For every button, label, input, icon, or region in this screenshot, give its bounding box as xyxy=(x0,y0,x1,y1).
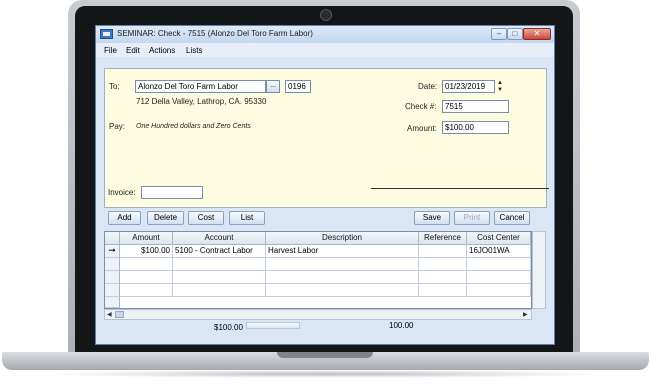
vertical-scrollbar[interactable] xyxy=(532,231,546,309)
invoice-field[interactable] xyxy=(141,186,203,199)
column-header-cost-center[interactable]: Cost Center xyxy=(467,232,531,245)
window-title: SEMINAR: Check - 7515 (Alonzo Del Toro F… xyxy=(117,29,313,38)
payee-field[interactable]: Alonzo Del Toro Farm Labor xyxy=(135,80,266,93)
date-field[interactable]: 01/23/2019 xyxy=(442,80,495,93)
cancel-button[interactable]: Cancel xyxy=(494,211,530,225)
amount-in-words: One Hundred dollars and Zero Cents xyxy=(136,123,251,130)
menu-lists[interactable]: Lists xyxy=(186,46,202,55)
check-number-field[interactable]: 7515 xyxy=(442,100,509,113)
scroll-thumb[interactable] xyxy=(115,311,124,318)
list-button[interactable]: List xyxy=(229,211,265,225)
pay-label: Pay: xyxy=(109,122,126,131)
spin-up-icon[interactable]: ▲ xyxy=(496,80,504,86)
amount-field[interactable]: $100.00 xyxy=(442,121,509,134)
empty-cell[interactable] xyxy=(120,258,173,271)
total-amount: $100.00 xyxy=(214,323,243,332)
distribution-grid: Amount Account Description Reference Cos… xyxy=(104,231,532,309)
cost-button[interactable]: Cost xyxy=(188,211,224,225)
empty-cell[interactable] xyxy=(467,258,531,271)
empty-cell[interactable] xyxy=(173,284,266,297)
column-header-description[interactable]: Description xyxy=(266,232,419,245)
save-button[interactable]: Save xyxy=(414,211,450,225)
date-label: Date: xyxy=(418,82,438,91)
menu-file[interactable]: File xyxy=(104,46,117,55)
cell-account[interactable]: 5100 - Contract Labor xyxy=(173,245,266,258)
spin-down-icon[interactable]: ▼ xyxy=(496,87,504,93)
delete-button[interactable]: Delete xyxy=(147,211,184,225)
row-header xyxy=(105,258,120,271)
row-header xyxy=(105,297,120,308)
minimize-button[interactable]: – xyxy=(491,28,507,40)
check-window: SEMINAR: Check - 7515 (Alonzo Del Toro F… xyxy=(95,25,555,345)
cell-reference[interactable] xyxy=(419,245,467,258)
add-button[interactable]: Add xyxy=(108,211,141,225)
empty-cell[interactable] xyxy=(467,271,531,284)
menu-bar: File Edit Actions Lists xyxy=(96,43,554,57)
empty-cell[interactable] xyxy=(266,258,419,271)
grid-corner xyxy=(105,232,120,245)
laptop-shadow xyxy=(40,370,611,378)
scroll-left-icon[interactable]: ◀ xyxy=(107,311,112,318)
app-icon xyxy=(100,29,113,39)
payee-lookup-button[interactable]: ... xyxy=(266,80,280,93)
menu-edit[interactable]: Edit xyxy=(126,46,140,55)
column-header-account[interactable]: Account xyxy=(173,232,266,245)
date-spinner[interactable]: ▲ ▼ xyxy=(496,80,504,93)
print-button[interactable]: Print xyxy=(454,211,490,225)
cell-description[interactable]: Harvest Labor xyxy=(266,245,419,258)
payee-code-field[interactable]: 0196 xyxy=(285,80,311,93)
payee-address: 712 Della Valley, Lathrop, CA. 95330 xyxy=(136,97,267,106)
scroll-right-icon[interactable]: ▶ xyxy=(523,311,528,318)
row-header xyxy=(105,284,120,297)
distribution-total: 100.00 xyxy=(389,321,414,330)
empty-cell[interactable] xyxy=(266,271,419,284)
row-header xyxy=(105,271,120,284)
empty-cell[interactable] xyxy=(467,284,531,297)
signature-line xyxy=(371,188,549,189)
check-number-label: Check #: xyxy=(405,102,437,111)
column-header-amount[interactable]: Amount xyxy=(120,232,173,245)
empty-cell[interactable] xyxy=(419,258,467,271)
invoice-label: Invoice: xyxy=(108,188,136,197)
menu-actions[interactable]: Actions xyxy=(149,46,175,55)
empty-cell[interactable] xyxy=(173,258,266,271)
current-row-arrow-icon: ➞ xyxy=(105,245,120,258)
close-button[interactable]: ✕ xyxy=(523,28,551,40)
laptop-notch xyxy=(277,352,373,358)
maximize-button[interactable]: □ xyxy=(507,28,523,40)
empty-cell[interactable] xyxy=(120,284,173,297)
to-label: To: xyxy=(109,82,120,91)
webcam-icon xyxy=(320,9,332,21)
empty-cell[interactable] xyxy=(266,284,419,297)
title-bar[interactable]: SEMINAR: Check - 7515 (Alonzo Del Toro F… xyxy=(96,26,554,43)
empty-cell[interactable] xyxy=(173,271,266,284)
amount-label: Amount: xyxy=(407,124,437,133)
cell-cost-center[interactable]: 16JO01WA xyxy=(467,245,531,258)
empty-cell[interactable] xyxy=(419,284,467,297)
column-header-reference[interactable]: Reference xyxy=(419,232,467,245)
empty-cell[interactable] xyxy=(419,271,467,284)
empty-cell[interactable] xyxy=(120,271,173,284)
horizontal-scrollbar[interactable]: ◀ ▶ xyxy=(104,309,532,320)
total-separator xyxy=(246,322,300,329)
cell-amount[interactable]: $100.00 xyxy=(120,245,173,258)
